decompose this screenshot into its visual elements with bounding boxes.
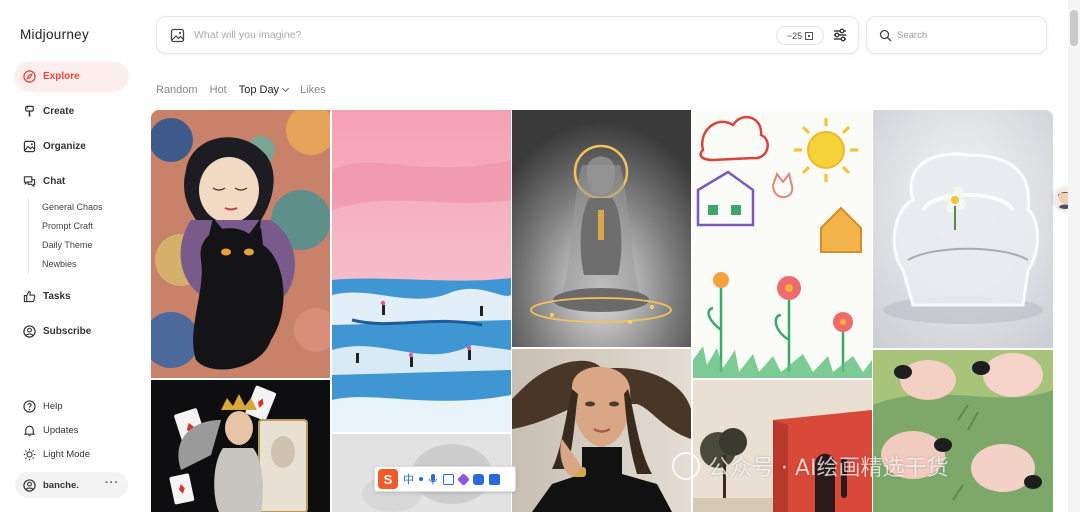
gallery-image[interactable]: [151, 380, 330, 512]
gallery-image[interactable]: [693, 110, 872, 378]
help-icon: [22, 399, 36, 413]
feed-filter-tabs: Random Hot Top Day Likes: [156, 84, 326, 96]
chat-icon: [22, 174, 36, 188]
user-account-button[interactable]: banche. ···: [15, 472, 128, 498]
sidebar-item-label: Organize: [43, 140, 86, 152]
gallery-image[interactable]: [873, 110, 1053, 348]
grid-menu-icon[interactable]: [489, 473, 500, 485]
tab-top-day-label: Top Day: [238, 84, 280, 96]
user-circle-icon: [22, 324, 36, 338]
chat-room-general-chaos[interactable]: General Chaos: [42, 198, 103, 217]
more-options-icon[interactable]: ···: [105, 477, 119, 489]
microphone-icon[interactable]: [428, 473, 438, 485]
help-link[interactable]: Help: [15, 395, 63, 417]
skin-icon[interactable]: [457, 472, 470, 486]
username: banche.: [43, 479, 79, 491]
gallery-image[interactable]: [873, 350, 1053, 512]
artwork-glowing-halo-figure: [512, 110, 691, 347]
tab-random[interactable]: Random: [156, 84, 198, 96]
keyboard-icon[interactable]: [443, 473, 454, 485]
bell-icon: [22, 423, 36, 437]
updates-label: Updates: [43, 424, 79, 436]
artwork-red-building: [693, 380, 872, 512]
ime-logo[interactable]: S: [378, 469, 398, 489]
sidebar-item-tasks[interactable]: Tasks: [15, 282, 128, 310]
artwork-woman-with-cat: [151, 110, 330, 378]
chat-room-prompt-craft[interactable]: Prompt Craft: [42, 217, 103, 236]
user-avatar-icon: [22, 478, 36, 492]
settings-sliders-icon[interactable]: [832, 27, 848, 43]
light-mode-toggle[interactable]: Light Mode: [15, 443, 90, 465]
light-mode-label: Light Mode: [43, 448, 91, 460]
sidebar-item-explore[interactable]: Explore: [15, 62, 128, 90]
sun-icon: [22, 447, 36, 461]
chat-room-daily-theme[interactable]: Daily Theme: [42, 236, 103, 255]
chevron-down-icon: [282, 84, 290, 93]
watermark-logo-icon: [672, 452, 700, 480]
updates-link[interactable]: Updates: [15, 419, 78, 441]
brand-logo[interactable]: Midjourney: [20, 27, 89, 42]
gallery-image[interactable]: [512, 349, 691, 512]
sidebar-item-label: Create: [43, 105, 75, 117]
ime-punctuation-icon[interactable]: [419, 477, 423, 481]
gallery-image[interactable]: [332, 110, 511, 432]
tab-likes[interactable]: Likes: [300, 84, 326, 96]
search-input[interactable]: Search: [897, 30, 927, 41]
ime-language-toggle[interactable]: 中: [403, 471, 414, 487]
tab-top-day[interactable]: Top Day: [238, 84, 290, 96]
artwork-queen-of-cards: [151, 380, 330, 512]
watermark-text: 公众号 · AI绘画精选干货: [708, 456, 949, 481]
artwork-glass-chair: [873, 110, 1053, 348]
scrollbar-thumb[interactable]: [1070, 10, 1078, 46]
help-label: Help: [43, 400, 63, 412]
search-icon: [879, 29, 892, 42]
sidebar-item-label: Chat: [43, 175, 66, 187]
sidebar-item-label: Tasks: [43, 290, 71, 302]
imagine-prompt-bar[interactable]: What will you imagine? ~25: [156, 16, 859, 54]
image-upload-icon[interactable]: [170, 28, 185, 43]
ime-toolbar[interactable]: S 中: [374, 466, 516, 492]
ime-tool-icon[interactable]: [473, 473, 484, 485]
search-box[interactable]: Search: [866, 16, 1047, 54]
imagine-input-placeholder[interactable]: What will you imagine?: [194, 29, 301, 41]
tab-hot[interactable]: Hot: [210, 84, 227, 96]
thumbs-up-icon: [22, 289, 36, 303]
sidebar-item-label: Subscribe: [43, 325, 92, 337]
gallery-image[interactable]: [512, 110, 691, 347]
compass-icon: [22, 69, 36, 83]
image-count-toggle[interactable]: ~25: [776, 26, 824, 45]
chat-room-list: General Chaos Prompt Craft Daily Theme N…: [28, 198, 103, 274]
sidebar: Midjourney Explore Create Organize Chat …: [0, 0, 140, 512]
sidebar-item-chat[interactable]: Chat: [15, 167, 128, 195]
sidebar-item-create[interactable]: Create: [15, 97, 128, 125]
page-scrollbar[interactable]: [1068, 0, 1080, 512]
artwork-woman-portrait: [512, 349, 691, 512]
artwork-sheep-field: [873, 350, 1053, 512]
chat-room-newbies[interactable]: Newbies: [42, 255, 103, 274]
image-count-value: ~25: [786, 30, 803, 41]
image-icon: [22, 139, 36, 153]
sidebar-item-organize[interactable]: Organize: [15, 132, 128, 160]
gallery-image[interactable]: [151, 110, 330, 378]
watermark: 公众号 · AI绘画精选干货: [672, 450, 949, 482]
artwork-crayon-drawing: [693, 110, 872, 378]
sidebar-item-subscribe[interactable]: Subscribe: [15, 317, 128, 345]
sidebar-item-label: Explore: [43, 70, 80, 82]
grid-icon: [805, 31, 814, 40]
brush-icon: [22, 104, 36, 118]
artwork-surfers-pink-sky: [332, 110, 511, 432]
gallery-image[interactable]: [693, 380, 872, 512]
